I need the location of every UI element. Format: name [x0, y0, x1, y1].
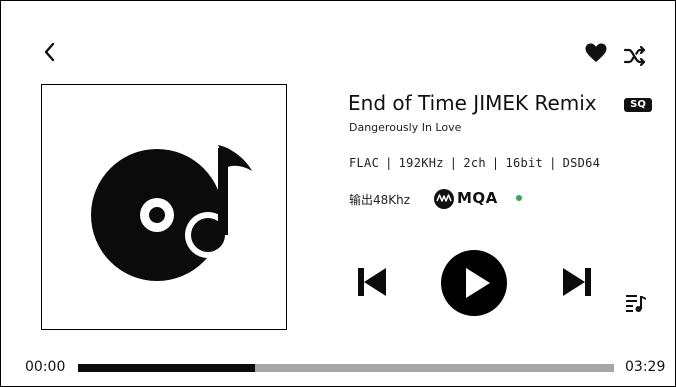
playlist-icon	[626, 295, 646, 312]
back-button[interactable]	[39, 39, 61, 65]
play-icon	[466, 268, 490, 298]
skip-previous-icon	[358, 268, 386, 296]
quality-badge: SQ	[624, 98, 652, 112]
output-rate: 输出48Khz	[349, 193, 411, 207]
total-duration: 03:29	[625, 359, 666, 375]
favorite-button[interactable]	[584, 41, 608, 65]
audio-specs: FLAC | 192KHz | 2ch | 16bit | DSD64	[349, 156, 600, 170]
spec-separator: |	[549, 156, 557, 170]
queue-button[interactable]	[625, 292, 647, 314]
heart-icon	[585, 43, 607, 62]
spec-separator: |	[449, 156, 458, 170]
play-button[interactable]	[441, 250, 507, 316]
spec-channels: 2ch	[463, 156, 486, 170]
elapsed-time: 00:00	[25, 359, 66, 375]
shuffle-button[interactable]	[623, 44, 647, 68]
shuffle-icon	[623, 45, 646, 67]
player-screen: End of Time JIMEK Remix SQ Dangerously I…	[0, 0, 676, 387]
album-name: Dangerously In Love	[349, 121, 462, 134]
spec-separator: |	[491, 156, 500, 170]
progress-bar[interactable]	[78, 364, 614, 372]
spec-format: FLAC	[349, 156, 380, 170]
album-cover	[41, 84, 287, 330]
mqa-label: MQA	[457, 189, 498, 207]
progress-fill	[78, 364, 255, 372]
previous-track-button[interactable]	[356, 266, 388, 298]
skip-next-icon	[563, 268, 591, 296]
music-disc-icon	[91, 145, 252, 281]
spec-dsd: DSD64	[562, 156, 601, 170]
spec-bit-depth: 16bit	[505, 156, 544, 170]
chevron-left-icon	[44, 42, 55, 62]
mqa-icon	[434, 189, 454, 209]
next-track-button[interactable]	[561, 266, 593, 298]
spec-separator: |	[385, 156, 393, 170]
mqa-status-indicator	[516, 195, 522, 201]
spec-sample-rate: 192KHz	[398, 156, 444, 170]
track-title: End of Time JIMEK Remix	[348, 91, 597, 115]
